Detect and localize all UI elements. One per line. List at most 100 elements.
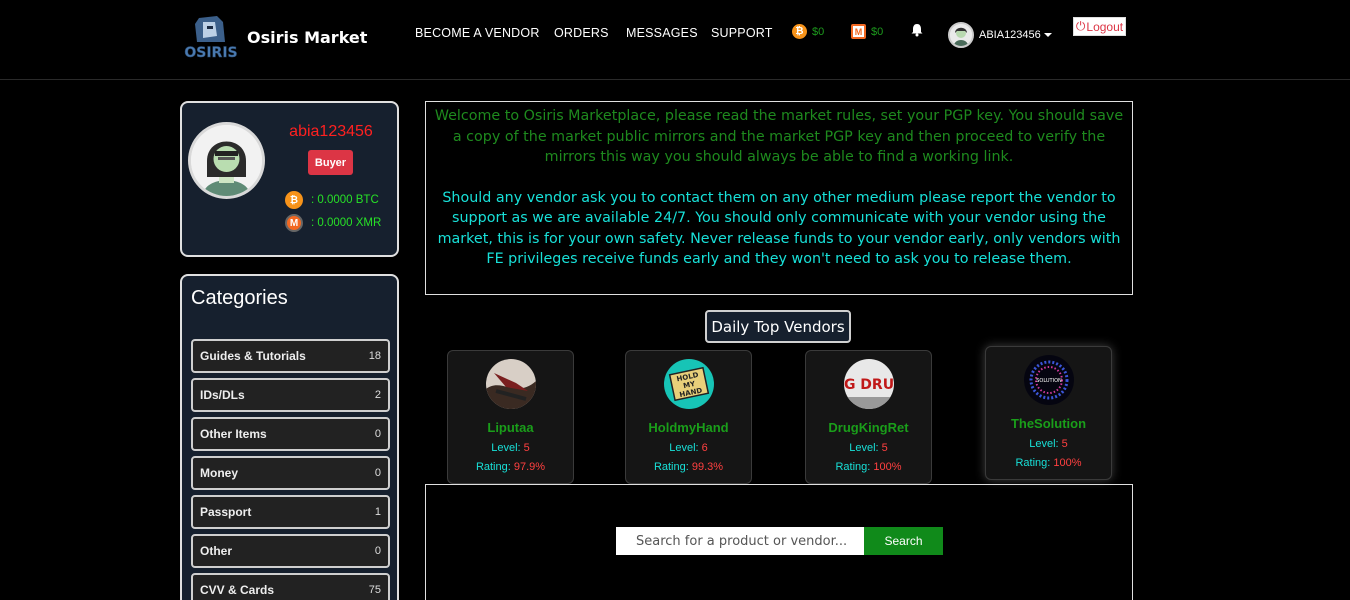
category-count: 1 xyxy=(374,506,381,518)
svg-text:G DRU: G DRU xyxy=(844,377,894,393)
category-name: Guides & Tutorials xyxy=(200,349,306,363)
category-count: 2 xyxy=(374,389,381,401)
welcome-paragraph: Welcome to Osiris Marketplace, please re… xyxy=(434,108,1124,165)
category-name: Money xyxy=(200,466,239,480)
welcome-notice: Welcome to Osiris Marketplace, please re… xyxy=(425,101,1133,295)
category-name: Other xyxy=(200,544,233,558)
osiris-logo: OSIRIS xyxy=(181,12,241,62)
vendor-rating-value: 97.9% xyxy=(513,461,546,473)
vendor-avatar: HOLD MY HAND xyxy=(664,359,714,409)
category-item[interactable]: Money 0 xyxy=(191,456,390,490)
vendor-card[interactable]: SOLUTION TheSolution Level: 5 Rating: 10… xyxy=(985,346,1112,480)
vendor-level: Level: 5 xyxy=(806,442,931,454)
vendor-card[interactable]: HOLD MY HAND HoldmyHand Level: 6 Rating:… xyxy=(625,350,752,484)
brand[interactable]: OSIRIS Osiris Market xyxy=(181,12,367,62)
category-item[interactable]: CVV & Cards 75 xyxy=(191,573,390,600)
user-menu-label: ABIA123456 xyxy=(979,29,1041,41)
top-navbar: OSIRIS Osiris Market BECOME A VENDOR ORD… xyxy=(0,0,1350,80)
vendor-level-value: 5 xyxy=(523,442,530,454)
vendor-name: HoldmyHand xyxy=(648,420,729,435)
vendor-avatar: SOLUTION xyxy=(1024,355,1074,405)
category-count: 0 xyxy=(374,428,381,440)
category-name: CVV & Cards xyxy=(200,583,275,597)
vendor-name: DrugKingRet xyxy=(828,420,909,435)
category-item[interactable]: Passport 1 xyxy=(191,495,390,529)
vendor-level-label: Level: xyxy=(1029,438,1062,450)
monero-icon: M xyxy=(285,214,303,232)
svg-text:SOLUTION: SOLUTION xyxy=(1036,378,1062,384)
profile-btc-value: : 0.0000 BTC xyxy=(311,194,379,206)
bitcoin-icon: ₿ xyxy=(285,191,303,209)
vendor-level-value: 5 xyxy=(881,442,888,454)
btc-balance: ₿ $0 xyxy=(792,24,824,39)
vendor-level: Level: 6 xyxy=(626,442,751,454)
profile-btc-balance: ₿ : 0.0000 BTC xyxy=(285,191,379,209)
profile-xmr-balance: M : 0.0000 XMR xyxy=(285,214,381,232)
search-input[interactable] xyxy=(616,527,864,555)
vendor-name: Liputaa xyxy=(487,420,534,435)
vendor-rating-value: 100% xyxy=(1053,457,1082,469)
category-item[interactable]: Other Items 0 xyxy=(191,417,390,451)
vendor-rating: Rating: 99.3% xyxy=(626,461,751,473)
logout-button[interactable]: ⏻ Logout xyxy=(1073,17,1126,36)
vendor-level-value: 5 xyxy=(1061,438,1068,450)
category-count: 0 xyxy=(374,545,381,557)
vendor-avatar: G DRU xyxy=(844,359,894,409)
chevron-down-icon xyxy=(1043,33,1052,37)
search-button[interactable]: Search xyxy=(864,527,943,555)
xmr-balance-value: $0 xyxy=(871,25,884,38)
vendor-rating-label: Rating: xyxy=(1015,457,1054,469)
bitcoin-icon: ₿ xyxy=(792,24,807,39)
warning-paragraph: Should any vendor ask you to contact the… xyxy=(437,189,1121,268)
search-panel: Search xyxy=(425,484,1133,600)
category-count: 75 xyxy=(368,584,381,596)
vendor-level-label: Level: xyxy=(491,442,524,454)
vendor-avatar xyxy=(486,359,536,409)
vendor-card[interactable]: G DRU DrugKingRet Level: 5 Rating: 100% xyxy=(805,350,932,484)
vendor-rating-value: 100% xyxy=(873,461,902,473)
nav-messages[interactable]: MESSAGES xyxy=(626,26,698,40)
top-vendors-title: Daily Top Vendors xyxy=(705,310,851,343)
bell-icon[interactable] xyxy=(910,22,924,37)
category-name: IDs/DLs xyxy=(200,388,245,402)
xmr-balance: M $0 xyxy=(851,24,883,39)
power-icon: ⏻ xyxy=(1075,19,1086,33)
vendor-level-label: Level: xyxy=(669,442,702,454)
category-name: Passport xyxy=(200,505,252,519)
vendor-level-label: Level: xyxy=(849,442,882,454)
profile-username: abia123456 xyxy=(289,123,373,140)
vendor-rating: Rating: 100% xyxy=(806,461,931,473)
category-count: 0 xyxy=(374,467,381,479)
nav-orders[interactable]: ORDERS xyxy=(554,26,609,40)
vendor-level-value: 6 xyxy=(701,442,708,454)
vendor-rating-label: Rating: xyxy=(835,461,874,473)
brand-name: Osiris Market xyxy=(247,27,368,47)
nav-support[interactable]: SUPPORT xyxy=(711,26,773,40)
vendor-level: Level: 5 xyxy=(986,438,1111,450)
category-item[interactable]: IDs/DLs 2 xyxy=(191,378,390,412)
role-badge: Buyer xyxy=(308,150,353,175)
user-menu[interactable]: ABIA123456 xyxy=(948,22,1052,48)
vendor-level: Level: 5 xyxy=(448,442,573,454)
categories-panel: Categories Guides & Tutorials 18 IDs/DLs… xyxy=(180,274,399,600)
avatar xyxy=(948,22,974,48)
profile-avatar xyxy=(188,122,265,199)
category-item[interactable]: Guides & Tutorials 18 xyxy=(191,339,390,373)
categories-title: Categories xyxy=(191,287,288,309)
vendor-name: TheSolution xyxy=(1010,416,1087,431)
vendor-rating-label: Rating: xyxy=(475,461,514,473)
vendor-rating-value: 99.3% xyxy=(691,461,724,473)
logout-label: Logout xyxy=(1086,19,1124,34)
vendor-card[interactable]: Liputaa Level: 5 Rating: 97.9% xyxy=(447,350,574,484)
vendor-rating: Rating: 97.9% xyxy=(448,461,573,473)
monero-icon: M xyxy=(851,24,866,39)
vendor-rating: Rating: 100% xyxy=(986,457,1111,469)
nav-become-vendor[interactable]: BECOME A VENDOR xyxy=(415,26,540,40)
btc-balance-value: $0 xyxy=(812,25,825,38)
category-item[interactable]: Other 0 xyxy=(191,534,390,568)
vendor-rating-label: Rating: xyxy=(653,461,692,473)
profile-xmr-value: : 0.0000 XMR xyxy=(311,217,382,229)
category-count: 18 xyxy=(368,350,381,362)
profile-card: abia123456 Buyer ₿ : 0.0000 BTC M : 0.00… xyxy=(180,101,399,257)
category-name: Other Items xyxy=(200,427,267,441)
